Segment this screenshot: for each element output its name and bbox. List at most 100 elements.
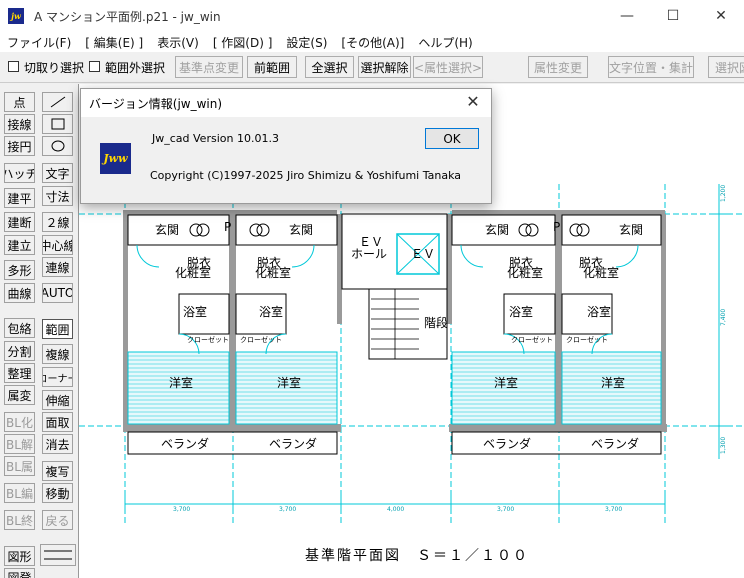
tool-line[interactable]	[42, 92, 73, 112]
tool-tangent-circle[interactable]: 接円	[4, 136, 35, 156]
label-entrance-3: 玄関	[485, 222, 509, 237]
tool-dimension[interactable]: 寸法	[42, 186, 73, 206]
tool-rectangle[interactable]	[42, 114, 73, 134]
tool-arch-section[interactable]: 建断	[4, 212, 35, 232]
close-icon[interactable]: ✕	[698, 0, 744, 32]
label-western-2: 洋室	[277, 375, 301, 390]
dim-4: 3,700	[497, 506, 514, 513]
tool-block-attr[interactable]: BL属	[4, 456, 35, 476]
tool-text[interactable]: 文字	[42, 163, 73, 183]
dim-1: 3,700	[173, 506, 190, 513]
label-closet-1: クローゼット	[187, 335, 229, 344]
tool-double-line[interactable]: ２線	[42, 212, 73, 232]
label-p-1: P	[224, 220, 231, 234]
tool-tangent-line[interactable]: 接線	[4, 114, 35, 134]
label-western-4: 洋室	[601, 375, 625, 390]
line-icon	[50, 96, 65, 108]
label-veranda-1: ベランダ	[161, 436, 209, 451]
cut-select-checkbox[interactable]	[8, 61, 19, 72]
tool-copy[interactable]: 複写	[42, 461, 73, 481]
select-all-button[interactable]: 全選択	[305, 56, 354, 78]
tool-offset[interactable]: 複線	[42, 344, 73, 364]
version-text: Jw_cad Version 10.01.3	[152, 132, 279, 145]
deselect-button[interactable]: 選択解除	[358, 56, 411, 78]
tool-range[interactable]: 範囲	[42, 319, 73, 339]
maximize-icon[interactable]: ☐	[650, 0, 696, 32]
label-bath-4: 浴室	[587, 304, 611, 319]
tool-auto[interactable]: AUTO	[42, 283, 73, 303]
text-position-total-button[interactable]: 文字位置・集計	[608, 56, 694, 78]
label-closet-4: クローゼット	[566, 335, 608, 344]
menu-settings[interactable]: 設定(S)	[279, 34, 334, 51]
outside-select-checkbox[interactable]	[89, 61, 100, 72]
tool-chamfer[interactable]: 面取	[42, 412, 73, 432]
label-powder-3: 化粧室	[507, 265, 543, 280]
attr-change-button[interactable]: 属性変更	[528, 56, 588, 78]
jww-logo-icon: Jww	[100, 143, 131, 174]
tool-arch-elevation[interactable]: 建立	[4, 235, 35, 255]
menu-other[interactable]: [その他(A)]	[334, 34, 411, 51]
tool-center-line[interactable]: 中心線	[42, 235, 73, 255]
menu-view[interactable]: 表示(V)	[150, 34, 206, 51]
ok-button[interactable]: OK	[425, 128, 479, 149]
tool-block-edit[interactable]: BL編	[4, 483, 35, 503]
select-figure-button[interactable]: 選択図	[708, 56, 744, 78]
prev-range-button[interactable]: 前範囲	[247, 56, 297, 78]
tool-figure-register[interactable]: 図登	[4, 568, 35, 578]
copyright-text: Copyright (C)1997-2025 Jiro Shimizu & Yo…	[150, 169, 461, 182]
tool-layer-lines[interactable]	[40, 544, 76, 566]
dim-2: 3,700	[279, 506, 296, 513]
tool-figure[interactable]: 図形	[4, 546, 35, 566]
tool-curve[interactable]: 曲線	[4, 283, 35, 303]
tool-palette: 点 接線 接円 ハッチ 建平 建断 建立 多形 曲線 包絡 分割 整理 属変 B…	[0, 84, 78, 578]
tool-move[interactable]: 移動	[42, 483, 73, 503]
label-western-3: 洋室	[494, 375, 518, 390]
tool-corner[interactable]: コーナー	[42, 367, 73, 387]
tool-connect-line[interactable]: 連線	[42, 257, 73, 277]
tool-hatch[interactable]: ハッチ	[4, 163, 35, 183]
tool-organize[interactable]: 整理	[4, 363, 35, 383]
vdim-2: 7,400	[720, 309, 727, 326]
base-point-change-button[interactable]: 基準点変更	[175, 56, 243, 78]
label-closet-2: クローゼット	[240, 335, 282, 344]
tool-divide[interactable]: 分割	[4, 341, 35, 361]
tool-block-make[interactable]: BL化	[4, 412, 35, 432]
tool-circle[interactable]	[42, 136, 73, 156]
label-bath-1: 浴室	[183, 304, 207, 319]
tool-erase[interactable]: 消去	[42, 434, 73, 454]
toolbar: 切取り選択 範囲外選択 基準点変更 前範囲 全選択 選択解除 <属性選択> 属性…	[0, 53, 744, 83]
minimize-icon[interactable]: —	[604, 0, 650, 32]
tool-polygon[interactable]: 多形	[4, 260, 35, 280]
label-powder-4: 化粧室	[583, 265, 619, 280]
tool-arch-plan[interactable]: 建平	[4, 188, 35, 208]
layer-lines-icon	[44, 550, 72, 560]
dialog-body: Jww Jw_cad Version 10.01.3 Copyright (C)…	[81, 117, 491, 203]
rectangle-icon	[51, 118, 64, 130]
tool-stretch[interactable]: 伸縮	[42, 390, 73, 410]
vdim-3: 1,300	[720, 437, 727, 454]
menu-edit[interactable]: [ 編集(E) ]	[78, 34, 150, 51]
label-veranda-4: ベランダ	[591, 436, 639, 451]
menu-help[interactable]: ヘルプ(H)	[411, 34, 479, 51]
tool-undo[interactable]: 戻る	[42, 510, 73, 530]
label-veranda-3: ベランダ	[483, 436, 531, 451]
outside-select-label: 範囲外選択	[105, 61, 166, 75]
tool-point[interactable]: 点	[4, 92, 35, 112]
label-powder-2: 化粧室	[255, 265, 291, 280]
jw-app-icon: jw	[8, 8, 24, 24]
menu-file[interactable]: ファイル(F)	[0, 34, 78, 51]
tool-envelope[interactable]: 包絡	[4, 318, 35, 338]
dim-3: 4,000	[387, 506, 404, 513]
dim-5: 3,700	[605, 506, 622, 513]
label-ev2: ＥＶ	[411, 247, 435, 261]
label-bath-2: 浴室	[259, 304, 283, 319]
menu-draw[interactable]: [ 作図(D) ]	[206, 34, 280, 51]
label-p-2: P	[553, 220, 560, 234]
tool-block-release[interactable]: BL解	[4, 434, 35, 454]
tool-block-end[interactable]: BL終	[4, 510, 35, 530]
label-stairs: 階段	[424, 315, 448, 330]
attr-select-button[interactable]: <属性選択>	[413, 56, 483, 78]
tool-attr-change[interactable]: 属変	[4, 385, 35, 405]
close-icon[interactable]: ✕	[463, 91, 483, 111]
dialog-title: バージョン情報(jw_win)	[89, 97, 223, 111]
